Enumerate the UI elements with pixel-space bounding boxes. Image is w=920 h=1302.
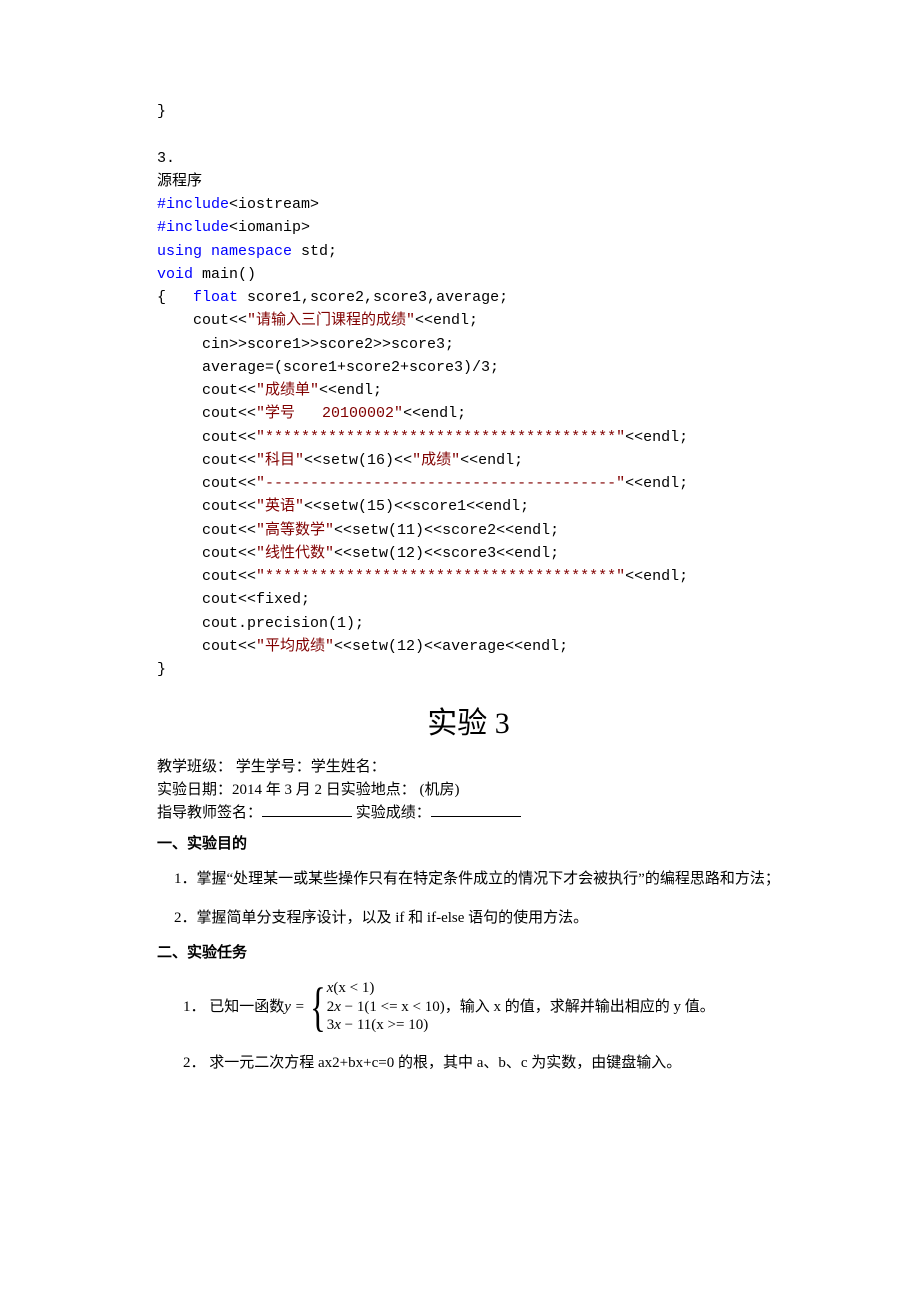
case-cond: (1 <= x < 10) <box>364 999 444 1015</box>
code-text: score1,score2,score3,average; <box>238 289 508 306</box>
keyword: void <box>157 266 193 283</box>
code-text: cout<< <box>157 312 247 329</box>
string-literal: "请输入三门课程的成绩" <box>247 312 415 329</box>
task1-suffix: ，输入 x 的值，求解并输出相应的 y 值。 <box>445 993 715 1022</box>
code-text: std; <box>292 243 337 260</box>
code-text: cout<< <box>157 429 256 446</box>
piecewise-cases: x(x < 1) 2x − 1(1 <= x < 10) 3x − 11(x >… <box>327 979 445 1035</box>
meta-line-date: 实验日期：2014 年 3 月 2 日实验地点： (机房) <box>157 779 780 802</box>
case-var: x <box>334 1017 341 1033</box>
task1-prefix: 1． 已知一函数 <box>183 993 284 1022</box>
code-text: { <box>157 289 193 306</box>
code-text: cout.precision(1); <box>157 615 364 632</box>
code-text: average=(score1+score2+score3)/3; <box>157 359 499 376</box>
case-minus: − 11 <box>341 1017 371 1033</box>
document-body: } 3. 源程序 #include<iostream> #include<iom… <box>0 0 920 1172</box>
meta-label: 实验成绩： <box>356 805 431 821</box>
code-text: cout<< <box>157 452 256 469</box>
string-literal: "平均成绩" <box>256 638 334 655</box>
task-item-1: 1． 已知一函数 y = { x(x < 1) 2x − 1(1 <= x < … <box>183 979 780 1035</box>
grade-blank <box>431 801 521 817</box>
string-literal: "线性代数" <box>256 545 334 562</box>
code-text: cout<< <box>157 382 256 399</box>
string-literal: "英语" <box>256 498 304 515</box>
keyword: #include <box>157 219 229 236</box>
case-cond: (x < 1) <box>333 980 374 996</box>
code-text: <iomanip> <box>229 219 310 236</box>
code-text: <<setw(12)<<average<<endl; <box>334 638 568 655</box>
meta-line-sign: 指导教师签名： 实验成绩： <box>157 801 780 825</box>
code-text: <<setw(11)<<score2<<endl; <box>334 522 559 539</box>
code-text: <<endl; <box>460 452 523 469</box>
code-text: <<setw(15)<<score1<<endl; <box>304 498 529 515</box>
purpose-item-1: 1．掌握“处理某一或某些操作只有在特定条件成立的情况下才会被执行”的编程思路和方… <box>183 865 780 894</box>
code-text: <<endl; <box>415 312 478 329</box>
code-text: <<endl; <box>403 405 466 422</box>
string-literal: "***************************************… <box>256 568 625 585</box>
code-text: cin>>score1>>score2>>score3; <box>157 336 454 353</box>
left-brace-icon: { <box>310 980 326 1034</box>
case-minus: − 1 <box>341 999 364 1015</box>
section-purpose-heading: 一、实验目的 <box>157 833 780 856</box>
experiment-title: 实验 3 <box>157 701 780 746</box>
code-text: 源程序 <box>157 173 202 190</box>
meta-line-class: 教学班级： 学生学号：学生姓名： <box>157 756 780 779</box>
task1-yeq: y = <box>284 993 305 1022</box>
code-text: <<setw(12)<<score3<<endl; <box>334 545 559 562</box>
string-literal: "***************************************… <box>256 429 625 446</box>
string-literal: "科目" <box>256 452 304 469</box>
section-task-heading: 二、实验任务 <box>157 942 780 965</box>
keyword: namespace <box>211 243 292 260</box>
code-text: cout<<fixed; <box>157 591 310 608</box>
code-text: <<setw(16)<< <box>304 452 412 469</box>
code-text: <<endl; <box>319 382 382 399</box>
code-text: cout<< <box>157 568 256 585</box>
keyword: #include <box>157 196 229 213</box>
task-item-2: 2． 求一元二次方程 ax2+bx+c=0 的根，其中 a、b、c 为实数，由键… <box>183 1049 780 1078</box>
signature-blank <box>262 801 352 817</box>
code-text: <iostream> <box>229 196 319 213</box>
code-text: <<endl; <box>625 475 688 492</box>
code-text: <<endl; <box>625 429 688 446</box>
code-text: cout<< <box>157 405 256 422</box>
code-text: 3. <box>157 150 175 167</box>
case-cond: (x >= 10) <box>371 1017 428 1033</box>
code-text: main() <box>193 266 256 283</box>
code-text: cout<< <box>157 522 256 539</box>
string-literal: "学号 20100002" <box>256 405 403 422</box>
string-literal: "成绩" <box>412 452 460 469</box>
code-text: cout<< <box>157 498 256 515</box>
code-text: cout<< <box>157 475 256 492</box>
code-text: } <box>157 103 166 120</box>
code-text: <<endl; <box>625 568 688 585</box>
purpose-item-2: 2．掌握简单分支程序设计，以及 if 和 if-else 语句的使用方法。 <box>183 904 780 933</box>
code-text: cout<< <box>157 545 256 562</box>
meta-label: 指导教师签名： <box>157 805 262 821</box>
code-block-prelude: } 3. 源程序 #include<iostream> #include<iom… <box>157 100 780 681</box>
string-literal: "---------------------------------------… <box>256 475 625 492</box>
keyword: using <box>157 243 202 260</box>
keyword: float <box>193 289 238 306</box>
string-literal: "成绩单" <box>256 382 319 399</box>
code-text: cout<< <box>157 638 256 655</box>
case-var: x <box>334 999 341 1015</box>
string-literal: "高等数学" <box>256 522 334 539</box>
code-text: } <box>157 661 166 678</box>
